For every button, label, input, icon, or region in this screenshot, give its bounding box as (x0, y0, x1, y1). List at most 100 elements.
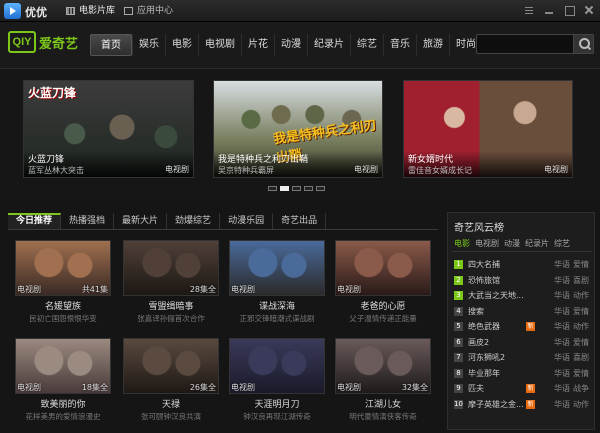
ranking-tab-documentary[interactable]: 纪录片 (523, 238, 551, 249)
video-thumbnail[interactable]: 28集全 (123, 240, 219, 296)
tab-new-movies[interactable]: 最新大片 (114, 213, 168, 229)
video-thumbnail[interactable]: 26集全 (123, 338, 219, 394)
rank-title[interactable]: 四大名捕 (468, 259, 524, 270)
ranking-item[interactable]: 2 恐怖旅馆 华语 喜剧 (454, 275, 592, 291)
rank-title[interactable]: 匹夫 (468, 383, 524, 394)
video-title[interactable]: 名媛望族 (15, 299, 111, 312)
ranking-item[interactable]: 1 四大名捕 华语 爱情 (454, 259, 592, 275)
rank-language: 华语 (554, 322, 570, 331)
video-thumbnail[interactable]: 电视剧 (335, 240, 431, 296)
search-button[interactable] (573, 35, 593, 53)
close-icon[interactable] (582, 3, 596, 17)
rank-title[interactable]: 毕业那年 (468, 368, 524, 379)
video-card[interactable]: 26集全 天禄 张可颐钟汉良共演 (123, 338, 219, 428)
rank-title[interactable]: 绝色武器 (468, 321, 524, 332)
ranking-item[interactable]: 7 河东狮吼2 华语 喜剧 (454, 352, 592, 368)
tab-variety[interactable]: 劲爆综艺 (167, 213, 221, 229)
rank-genre: 喜剧 (573, 275, 589, 285)
carousel-dot[interactable] (304, 186, 313, 191)
ranking-item[interactable]: 10 摩子英雄之金... 新 华语 动作 (454, 399, 592, 415)
video-card[interactable]: 电视剧 谍战深海 正邪交锋暗潮式谍战剧 (229, 240, 325, 330)
carousel-dot-active[interactable] (280, 186, 289, 191)
ranking-tab-tv[interactable]: 电视剧 (473, 238, 501, 249)
rank-title[interactable]: 大武当之天地... (468, 290, 524, 301)
nav-entertainment[interactable]: 娱乐 (132, 34, 165, 56)
nav-travel[interactable]: 旅游 (416, 34, 449, 56)
nav-anime[interactable]: 动漫 (274, 34, 307, 56)
video-card[interactable]: 电视剧 32集全 江湖儿女 明代豪情演侠客传奇 (335, 338, 431, 428)
rank-title[interactable]: 恐怖旅馆 (468, 275, 524, 286)
ranking-title: 奇艺风云榜 (454, 223, 504, 234)
nav-home[interactable]: 首页 (90, 34, 132, 56)
banner-slide[interactable]: 我是特种兵之利刃出鞘 我是特种兵之利刃出鞘 吴京特种兵霸屏 电视剧 (213, 80, 383, 178)
main-nav: 首页 娱乐 电影 电视剧 片花 动漫 纪录片 综艺 音乐 旅游 时尚 (90, 34, 482, 56)
video-thumbnail[interactable]: 电视剧 (229, 338, 325, 394)
nav-movie[interactable]: 电影 (165, 34, 198, 56)
video-title[interactable]: 老爸的心愿 (335, 299, 431, 312)
iqiyi-logo[interactable]: QIY 爱奇艺 (8, 31, 80, 55)
ranking-item[interactable]: 3 大武当之天地... 华语 动作 (454, 290, 592, 306)
category-badge: 电视剧 (337, 383, 361, 392)
carousel-dot[interactable] (316, 186, 325, 191)
ranking-panel: 奇艺风云榜 电影 电视剧 动漫 纪录片 综艺 1 四大名捕 华语 爱情 2 恐怖旅馆 华语喜… (447, 212, 595, 430)
rank-title[interactable]: 画皮2 (468, 337, 524, 348)
ranking-item[interactable]: 6 画皮2 华语 爱情 (454, 337, 592, 353)
rank-number: 9 (454, 384, 463, 393)
video-title[interactable]: 致美丽的你 (15, 397, 111, 410)
video-thumbnail[interactable]: 电视剧 (229, 240, 325, 296)
rank-title[interactable]: 河东狮吼2 (468, 352, 524, 363)
video-card[interactable]: 电视剧 18集全 致美丽的你 花样美男的爱情浪漫史 (15, 338, 111, 428)
tab-today[interactable]: 今日推荐 (8, 213, 62, 229)
ranking-item[interactable]: 9 匹夫新 华语 战争 (454, 383, 592, 399)
video-card[interactable]: 电视剧 老爸的心愿 父子温情传递正能量 (335, 240, 431, 330)
video-title[interactable]: 天禄 (123, 397, 219, 410)
carousel-dot[interactable] (268, 186, 277, 191)
menu-icon[interactable] (522, 3, 536, 17)
ranking-item[interactable]: 4 搜索 华语 爱情 (454, 306, 592, 322)
minimize-icon[interactable] (542, 3, 556, 17)
site-header: QIY 爱奇艺 首页 娱乐 电影 电视剧 片花 动漫 纪录片 综艺 音乐 旅游 … (0, 22, 600, 69)
episode-badge: 28集全 (189, 285, 216, 294)
video-thumbnail[interactable]: 电视剧 共41集 (15, 240, 111, 296)
ranking-tab-movie[interactable]: 电影 (452, 238, 472, 249)
rank-language: 华语 (554, 260, 570, 269)
rank-genre: 战争 (573, 384, 589, 393)
rank-language: 华语 (554, 353, 570, 362)
ranking-tab-anime[interactable]: 动漫 (502, 238, 522, 249)
nav-tv[interactable]: 电视剧 (198, 34, 241, 56)
video-subtitle: 父子温情传递正能量 (349, 314, 417, 323)
tab-app-center[interactable]: 应用中心 (122, 2, 173, 20)
video-card[interactable]: 28集全 雪盟缉暗事 张嘉译孙俪首次合作 (123, 240, 219, 330)
ranking-item[interactable]: 5 绝色武器新 华语 动作 (454, 321, 592, 337)
tab-hot[interactable]: 热播强档 (61, 213, 115, 229)
banner-slide[interactable]: 新女婿时代 雷佳音女婿成长记 电视剧 (403, 80, 573, 178)
video-title[interactable]: 江湖儿女 (335, 397, 431, 410)
app-center-icon (124, 7, 133, 15)
video-title[interactable]: 谍战深海 (229, 299, 325, 312)
rank-title[interactable]: 搜索 (468, 306, 524, 317)
tab-anime[interactable]: 动漫乐园 (220, 213, 274, 229)
maximize-icon[interactable] (562, 3, 576, 17)
video-title[interactable]: 天涯明月刀 (229, 397, 325, 410)
video-subtitle: 张可颐钟汉良共演 (141, 412, 201, 421)
search-input[interactable] (479, 36, 571, 52)
ranking-item[interactable]: 8 毕业那年 华语 爱情 (454, 368, 592, 384)
nav-variety[interactable]: 综艺 (350, 34, 383, 56)
video-title[interactable]: 雪盟缉暗事 (123, 299, 219, 312)
ranking-tab-variety[interactable]: 综艺 (552, 238, 572, 249)
tab-movie-library[interactable]: 电影片库 (64, 2, 115, 20)
nav-trailers[interactable]: 片花 (241, 34, 274, 56)
rank-title[interactable]: 摩子英雄之金... (468, 399, 524, 410)
video-card[interactable]: 电视剧 天涯明月刀 钟汉良再现江湖传奇 (229, 338, 325, 428)
video-thumbnail[interactable]: 电视剧 18集全 (15, 338, 111, 394)
rank-genre: 动作 (573, 322, 589, 331)
carousel-dot[interactable] (292, 186, 301, 191)
nav-music[interactable]: 音乐 (383, 34, 416, 56)
rank-language: 华语 (554, 399, 570, 409)
tab-iqiyi-original[interactable]: 奇艺出品 (273, 213, 327, 229)
video-subtitle: 张嘉译孙俪首次合作 (137, 314, 205, 323)
banner-slide[interactable]: 火蓝刀锋 火蓝刀锋 蓝军丛林大突击 电视剧 (23, 80, 194, 178)
video-thumbnail[interactable]: 电视剧 32集全 (335, 338, 431, 394)
video-card[interactable]: 电视剧 共41集 名媛望族 民初亡国怨恨恨华变 (15, 240, 111, 330)
nav-documentary[interactable]: 纪录片 (307, 34, 350, 56)
